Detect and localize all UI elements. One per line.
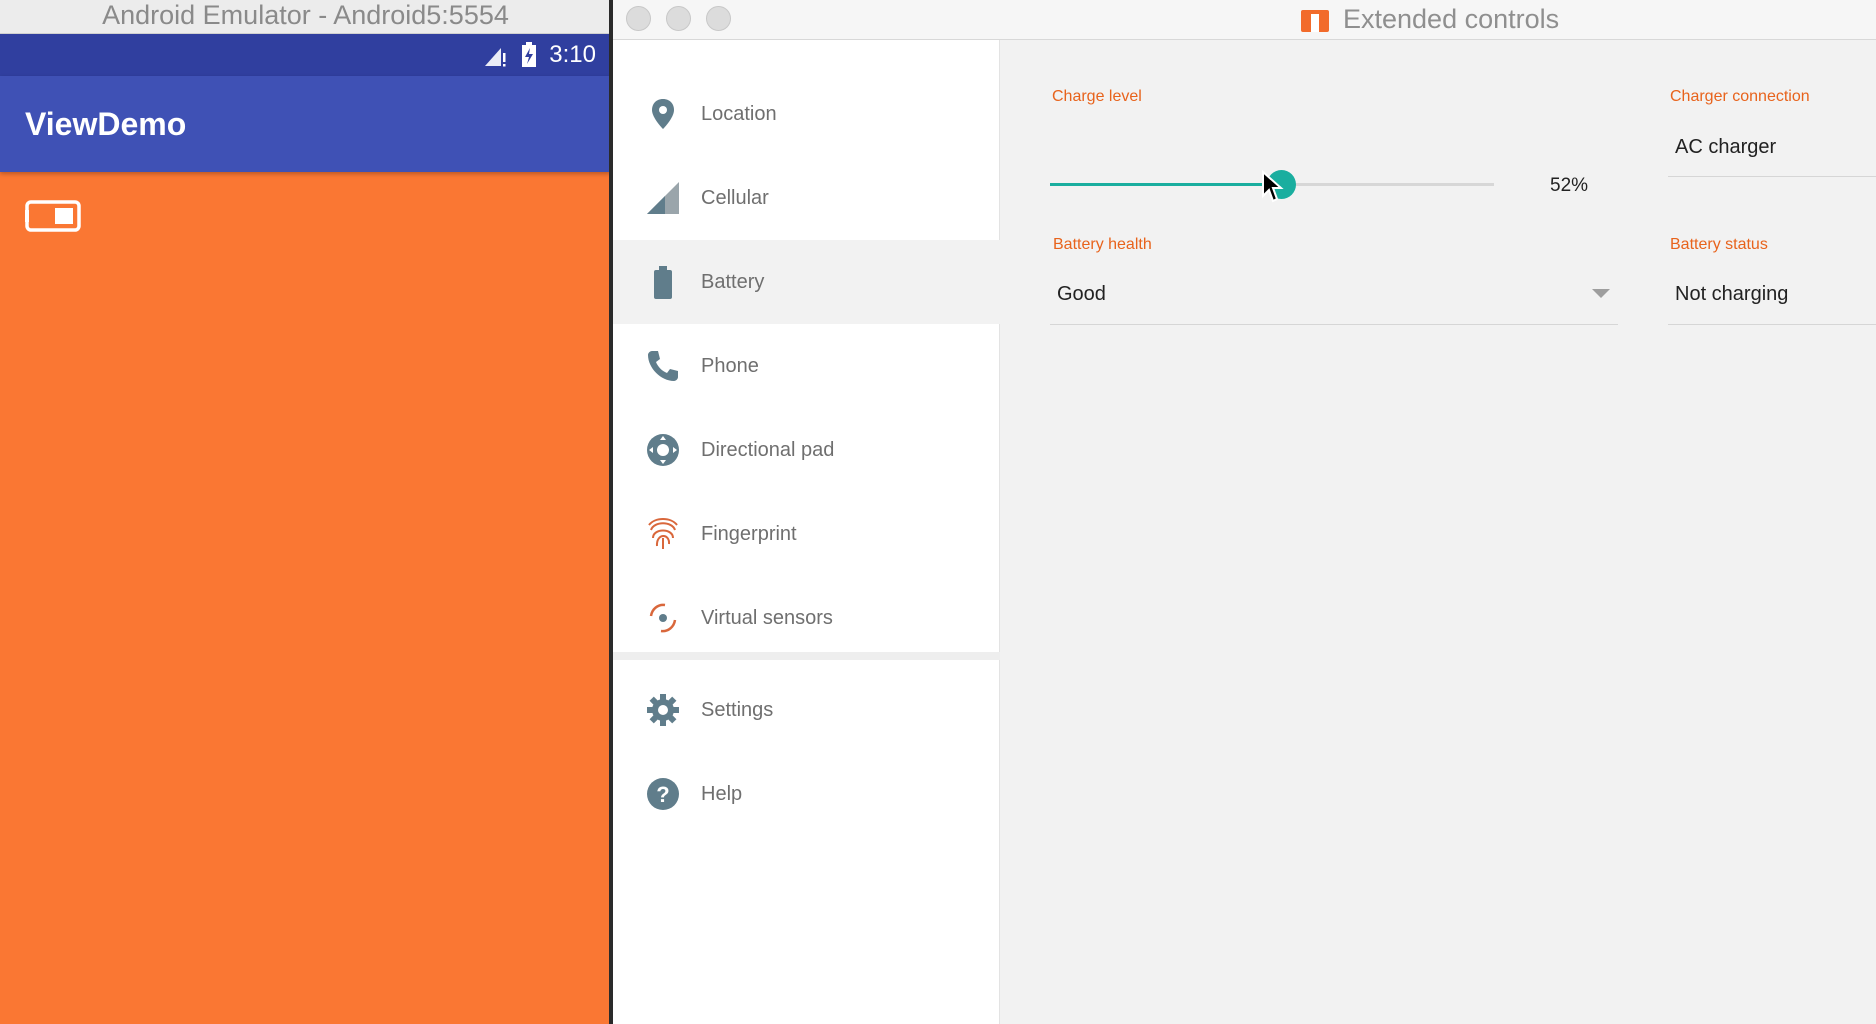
sidebar-item-label: Help (701, 783, 743, 805)
cell-signal-icon (485, 48, 506, 67)
sidebar-item-battery[interactable]: Battery (613, 240, 1000, 324)
status-clock: 3:10 (549, 41, 596, 68)
sidebar-item-fingerprint[interactable]: Fingerprint (613, 492, 1000, 576)
window-close-button[interactable] (626, 6, 651, 31)
battery-health-label: Battery health (1053, 236, 1152, 253)
battery-panel: Charge level 52% Battery health Good Cha… (1000, 40, 1876, 1024)
help-icon: ? (647, 778, 679, 810)
battery-icon (654, 266, 672, 299)
mouse-cursor-icon (1262, 170, 1284, 203)
sidebar: Location Cellular Battery Phone Directio… (613, 40, 1000, 1024)
app-title: ViewDemo (25, 106, 187, 142)
phone-icon (648, 351, 678, 381)
battery-status-value: Not charging (1675, 283, 1789, 305)
extended-controls-app-icon (1301, 10, 1329, 32)
sidebar-item-settings[interactable]: Settings (613, 668, 1000, 752)
charge-level-label: Charge level (1052, 88, 1142, 105)
battery-charging-icon (522, 42, 536, 67)
sidebar-item-directional-pad[interactable]: Directional pad (613, 408, 1000, 492)
extended-controls-window: Extended controls Location Cellular Batt… (613, 0, 1876, 1024)
extended-controls-titlebar[interactable]: Extended controls (613, 0, 1876, 40)
svg-text:?: ? (656, 782, 669, 807)
emulator-titlebar[interactable]: Android Emulator - Android5:5554 (0, 0, 611, 34)
sidebar-item-help[interactable]: ? Help (613, 752, 1000, 836)
battery-health-value: Good (1057, 283, 1106, 305)
android-status-bar: 3:10 (0, 34, 611, 76)
battery-status-underline (1668, 324, 1876, 325)
charge-level-value: 52% (1550, 175, 1589, 196)
sidebar-divider (613, 652, 1000, 660)
emulator-window-title: Android Emulator - Android5:5554 (102, 0, 509, 30)
charge-level-slider-fill (1050, 183, 1281, 186)
sidebar-item-label: Settings (701, 699, 774, 721)
virtual-sensors-icon (649, 603, 677, 633)
window-zoom-button[interactable] (706, 6, 731, 31)
app-toolbar: ViewDemo (0, 76, 611, 172)
charger-connection-dropdown[interactable]: AC charger (1668, 136, 1876, 200)
sidebar-item-label: Phone (701, 355, 759, 377)
charger-connection-underline (1668, 176, 1876, 177)
sidebar-item-label: Directional pad (701, 439, 835, 461)
dpad-icon (647, 434, 679, 466)
sidebar-item-label: Location (701, 103, 777, 125)
sidebar-item-cellular[interactable]: Cellular (613, 156, 1000, 240)
gear-icon (647, 694, 679, 726)
chevron-down-icon (1592, 289, 1610, 298)
battery-health-underline (1050, 324, 1618, 325)
sidebar-item-label: Fingerprint (701, 523, 797, 545)
cellular-signal-icon (647, 182, 679, 214)
sidebar-item-virtual-sensors[interactable]: Virtual sensors (613, 576, 1000, 660)
window-minimize-button[interactable] (666, 6, 691, 31)
sidebar-item-location[interactable]: Location (613, 72, 1000, 156)
battery-status-dropdown[interactable]: Not charging (1668, 283, 1876, 323)
battery-view-icon (25, 200, 81, 232)
battery-status-label: Battery status (1670, 236, 1768, 253)
charger-connection-label: Charger connection (1670, 88, 1810, 105)
sidebar-item-label: Cellular (701, 187, 769, 209)
extended-controls-title: Extended controls (1343, 4, 1560, 34)
location-pin-icon (652, 99, 674, 129)
fingerprint-icon (648, 518, 678, 549)
battery-health-dropdown[interactable]: Good (1050, 260, 1618, 324)
sidebar-item-label: Battery (701, 271, 765, 293)
sidebar-item-phone[interactable]: Phone (613, 324, 1000, 408)
sidebar-item-label: Virtual sensors (701, 607, 833, 629)
emulator-window: Android Emulator - Android5:5554 3:10 Vi… (0, 0, 611, 1024)
charger-connection-value: AC charger (1675, 136, 1777, 158)
